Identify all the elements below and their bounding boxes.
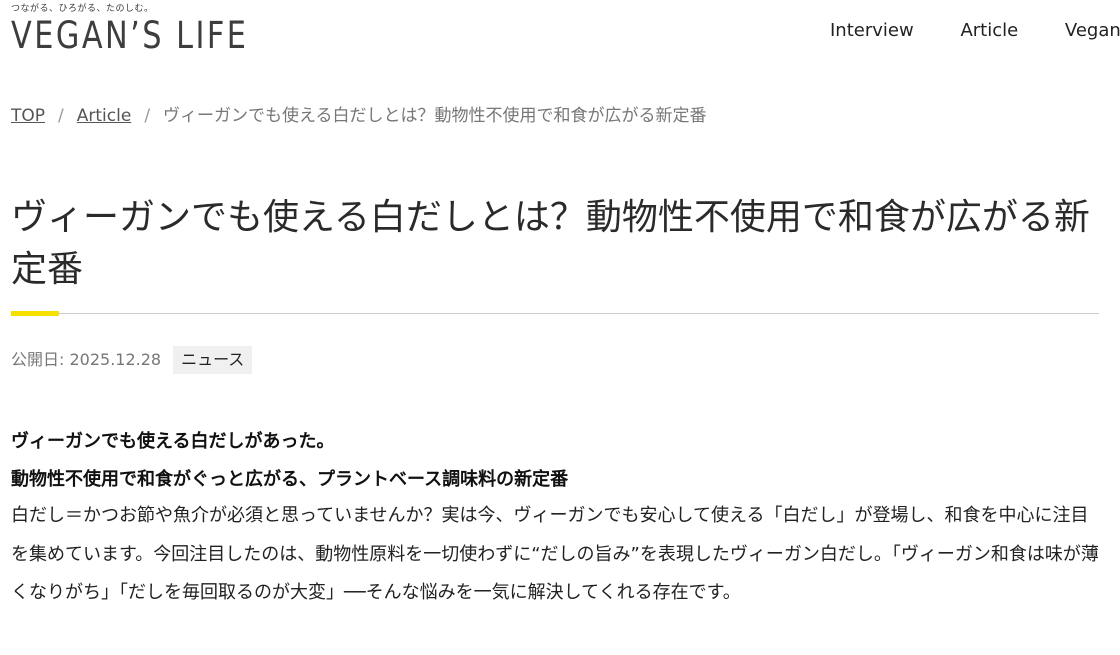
title-divider (11, 313, 1099, 314)
lead-line-1: ヴィーガンでも使える白だしがあった。 (11, 431, 335, 452)
article-body: 白だし＝かつお節や魚介が必須と思っていませんか？実は今、ヴィーガンでも安心して使… (11, 505, 1099, 603)
category-tag[interactable]: ニュース (173, 346, 253, 374)
nav-item-vegans[interactable]: Vegan’ (1065, 20, 1120, 41)
main-nav: Interview Article Vegan’ (830, 20, 1120, 41)
lead-line-2: 動物性不使用で和食がぐっと広がる、プラントベース調味料の新定番 (11, 469, 569, 490)
nav-item-interview[interactable]: Interview (830, 20, 914, 41)
nav-item-article[interactable]: Article (960, 20, 1018, 41)
breadcrumb-current: ヴィーガンでも使える白だしとは？動物性不使用で和食が広がる新定番 (163, 106, 707, 126)
breadcrumb: TOP / Article / ヴィーガンでも使える白だしとは？動物性不使用で和食が広が… (11, 101, 707, 126)
article-lead: ヴィーガンでも使える白だしがあった。 動物性不使用で和食がぐっと広がる、プラント… (11, 423, 1106, 499)
site-header: つながる、ひろがる、たのしむ。 VEGAN’S LIFE Interview A… (0, 0, 1120, 70)
site-logo[interactable]: つながる、ひろがる、たのしむ。 VEGAN’S LIFE (11, 3, 301, 57)
breadcrumb-top-link[interactable]: TOP (11, 106, 45, 126)
publish-date: 公開日: 2025.12.28 (11, 350, 162, 369)
logo-text: VEGAN’S LIFE (11, 14, 249, 57)
breadcrumb-separator: / (144, 106, 151, 126)
page: つながる、ひろがる、たのしむ。 VEGAN’S LIFE Interview A… (0, 0, 1120, 655)
breadcrumb-article-link[interactable]: Article (77, 106, 132, 126)
breadcrumb-separator: / (58, 106, 64, 126)
article-meta: 公開日: 2025.12.28 ニュース (11, 346, 253, 374)
page-title: ヴィーガンでも使える白だしとは？動物性不使用で和食が広がる新定番 (11, 197, 1090, 290)
title-accent-bar (11, 311, 59, 316)
